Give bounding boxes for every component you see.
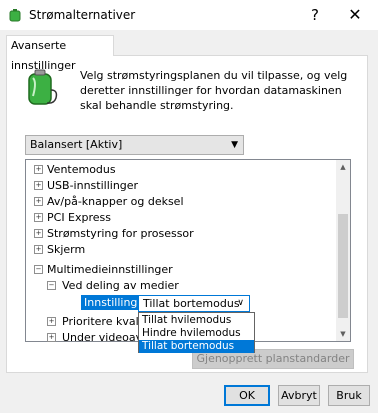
plan-select-value: Balansert [Aktiv] <box>30 138 123 151</box>
tree-item[interactable]: Under videoavs <box>62 330 148 345</box>
tree-item[interactable]: USB-innstillinger <box>47 178 138 193</box>
tree-item[interactable]: Av/på-knapper og deksel <box>47 194 184 209</box>
setting-select[interactable]: Tillat bortemodus ∨ <box>138 295 250 312</box>
dropdown-option[interactable]: Hindre hvilemodus <box>139 327 254 340</box>
description-text: Velg strømstyringsplanen du vil tilpasse… <box>80 69 348 112</box>
cancel-button[interactable]: Avbryt <box>278 385 320 406</box>
tree-scrollbar[interactable]: ▲ ▼ <box>336 160 350 341</box>
plan-select[interactable]: Balansert [Aktiv] ▼ <box>25 135 244 155</box>
close-button[interactable]: ✕ <box>340 3 370 27</box>
tree-item[interactable]: Skjerm <box>47 242 85 257</box>
dropdown-option[interactable]: Tillat hvilemodus <box>139 314 254 327</box>
expand-icon[interactable]: + <box>34 213 43 222</box>
setting-dropdown-list[interactable]: Tillat hvilemodus Hindre hvilemodus Till… <box>138 312 255 353</box>
chevron-down-icon: ▼ <box>231 140 238 150</box>
apply-button[interactable]: Bruk <box>328 385 370 406</box>
help-button[interactable]: ? <box>300 3 330 27</box>
collapse-icon[interactable]: − <box>47 281 56 290</box>
scroll-thumb[interactable] <box>338 214 348 318</box>
tree-item[interactable]: Multimedieinnstillinger <box>47 262 173 277</box>
tree-item[interactable]: Strømstyring for prosessor <box>47 226 194 241</box>
tab-advanced-settings[interactable]: Avanserte innstillinger <box>6 35 114 72</box>
title-bar: Strømalternativer ? ✕ <box>0 0 378 30</box>
tree-item[interactable]: PCI Express <box>47 210 111 225</box>
window-title: Strømalternativer <box>29 8 136 22</box>
setting-select-value: Tillat bortemodus <box>143 297 240 310</box>
tree-item[interactable]: Ved deling av medier <box>62 278 179 293</box>
setting-label: Innstilling: <box>81 295 145 310</box>
ok-button[interactable]: OK <box>224 385 270 406</box>
scroll-down-icon[interactable]: ▼ <box>336 327 350 341</box>
dropdown-option-selected[interactable]: Tillat bortemodus <box>139 340 254 353</box>
tree-item[interactable]: Prioritere kvalit <box>62 314 146 329</box>
expand-icon[interactable]: + <box>34 181 43 190</box>
expand-icon[interactable]: + <box>47 317 56 326</box>
expand-icon[interactable]: + <box>34 245 43 254</box>
chevron-down-icon: ∨ <box>237 298 244 308</box>
expand-icon[interactable]: + <box>47 333 56 342</box>
collapse-icon[interactable]: − <box>34 265 43 274</box>
expand-icon[interactable]: + <box>34 165 43 174</box>
tree-item[interactable]: Ventemodus <box>47 162 116 177</box>
scroll-up-icon[interactable]: ▲ <box>336 160 350 174</box>
expand-icon[interactable]: + <box>34 197 43 206</box>
expand-icon[interactable]: + <box>34 229 43 238</box>
battery-icon <box>9 9 21 22</box>
